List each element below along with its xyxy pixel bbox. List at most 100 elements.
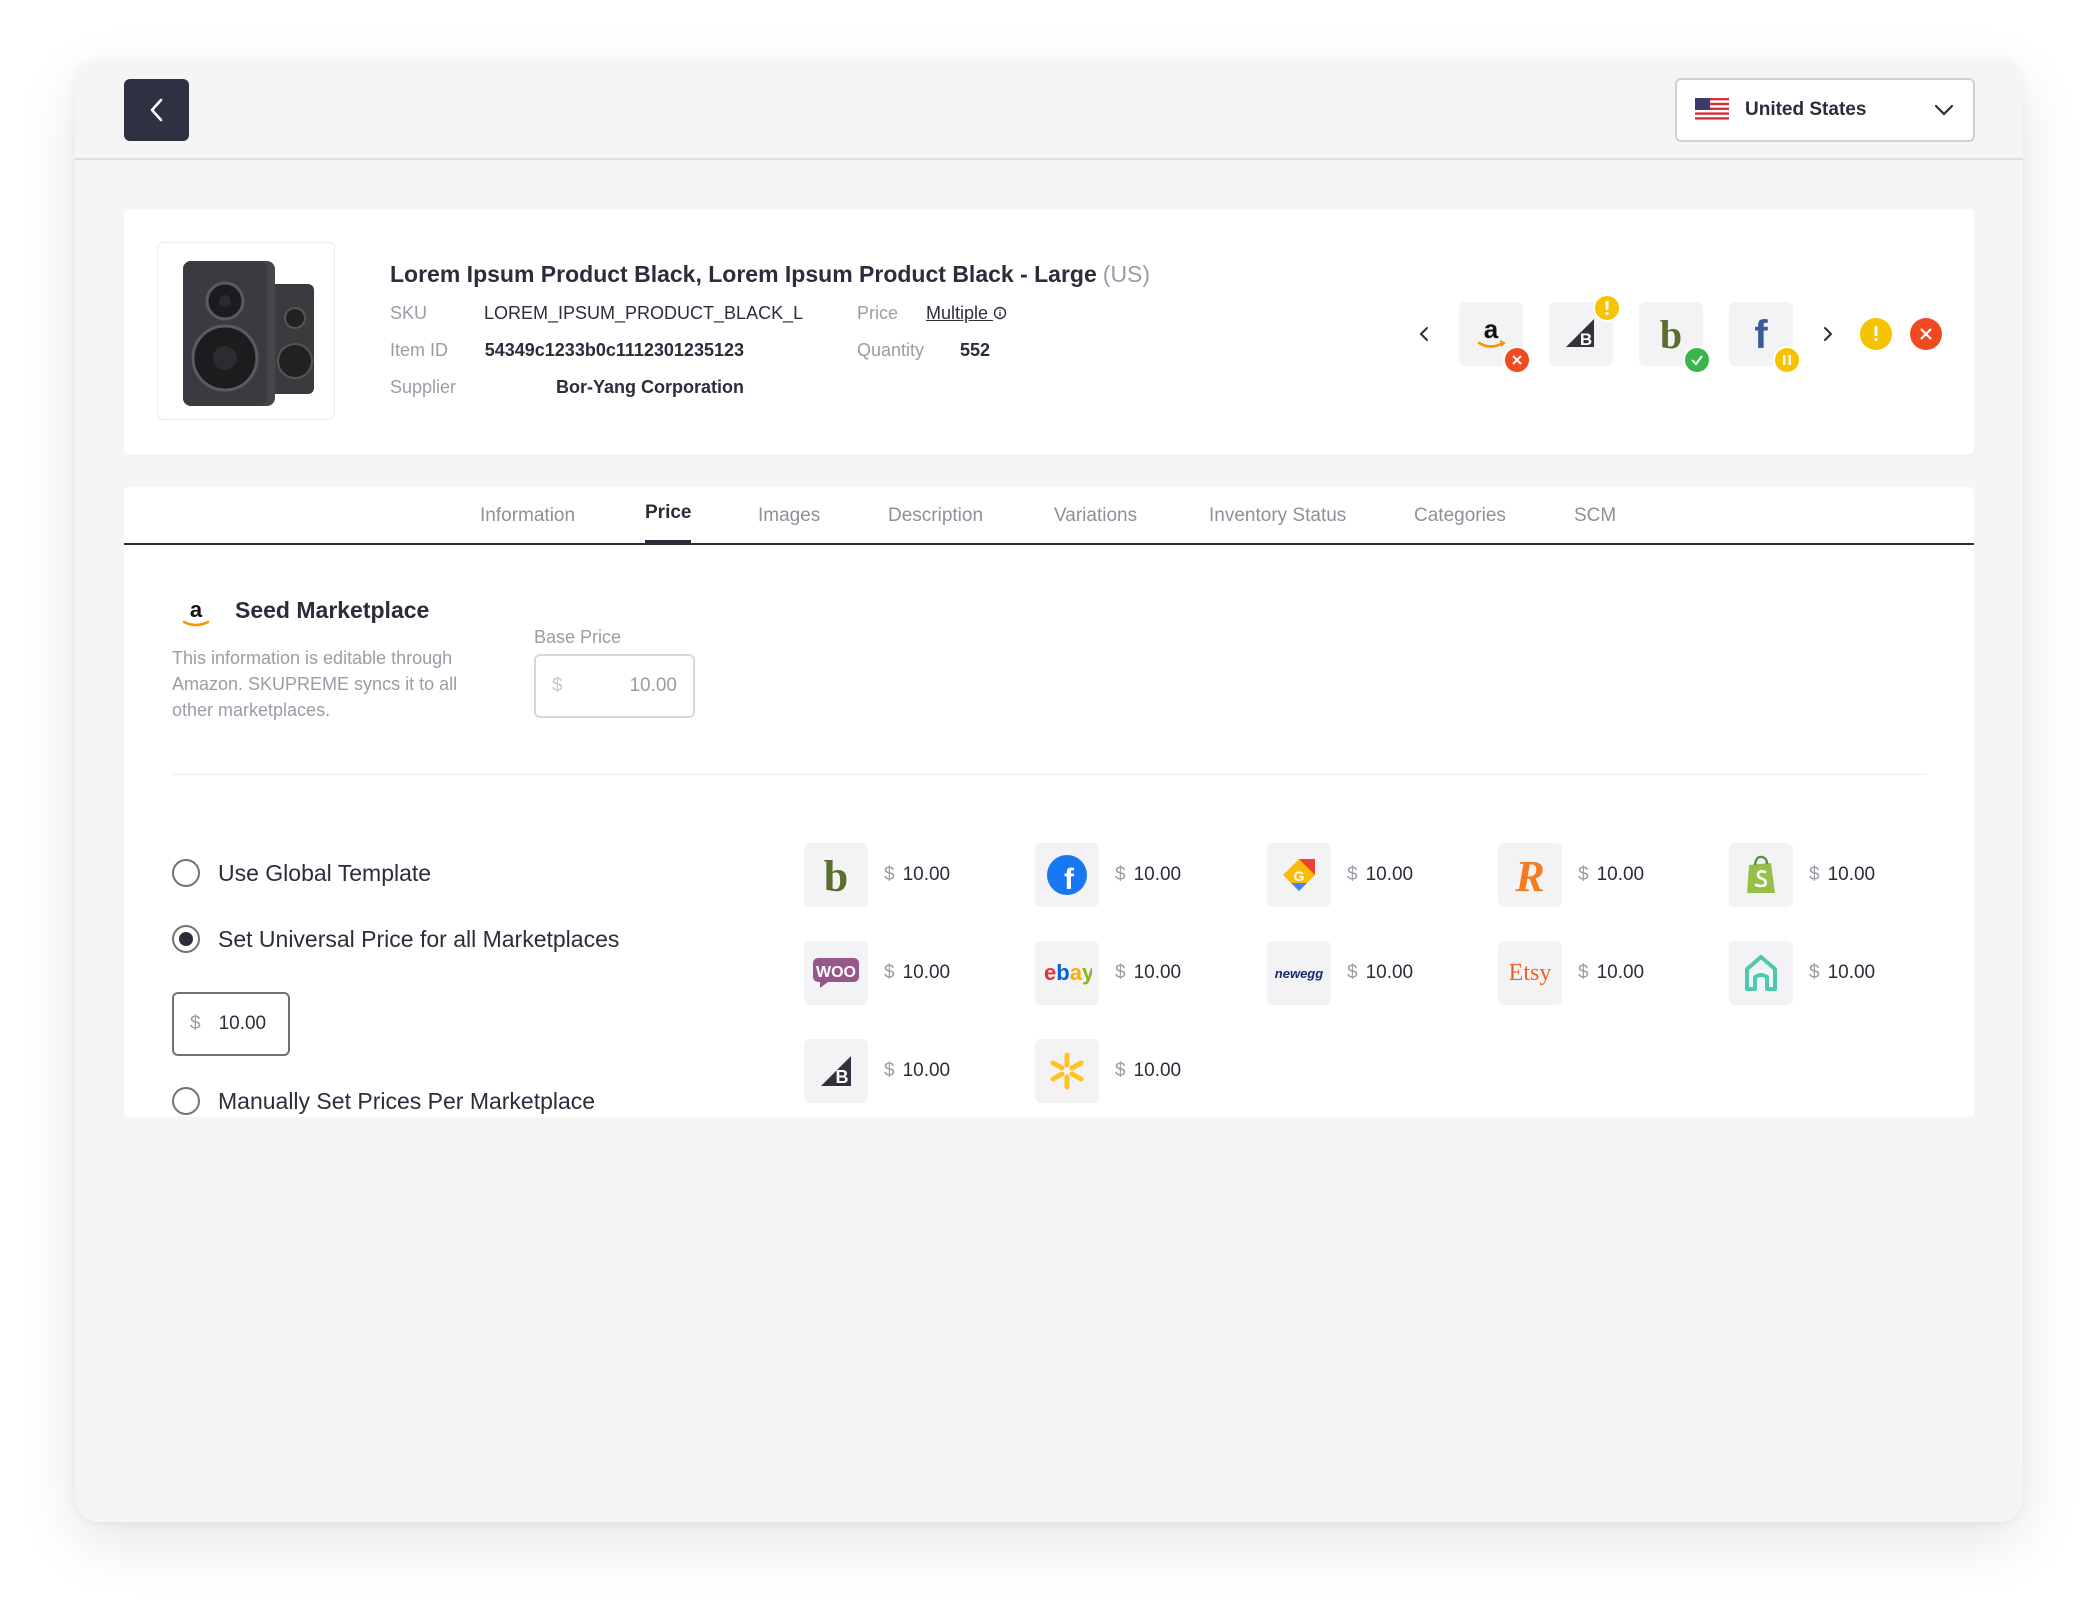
price-card: Information Price Images Description Var…: [124, 487, 1974, 1117]
option-label: Use Global Template: [218, 859, 432, 886]
back-button[interactable]: [124, 79, 189, 141]
radio-universal-price[interactable]: [172, 925, 200, 953]
newegg-tile: newegg: [1267, 941, 1331, 1005]
tab-variations[interactable]: Variations: [1054, 505, 1137, 527]
radio-selected-dot: [179, 932, 193, 946]
google-tile: G: [1267, 843, 1331, 907]
woocommerce-icon: WOO: [813, 958, 859, 988]
quantity-label: Quantity: [857, 340, 925, 360]
bonanza-tile: b: [804, 843, 868, 907]
marketplace-price-bigcommerce: B $10.00: [804, 1039, 950, 1103]
supplier-label: Supplier: [390, 377, 457, 397]
shopify-tile: [1729, 843, 1793, 907]
radio-global-template[interactable]: [172, 859, 200, 887]
option-universal-price[interactable]: Set Universal Price for all Marketplaces: [172, 925, 619, 953]
app-window: United States Lorem Ipsum Product Black,…: [75, 60, 2023, 1522]
error-summary-icon[interactable]: [1910, 318, 1942, 350]
item-id-value: 54349c1233b0c1112301235123: [484, 340, 744, 360]
warning-summary-icon[interactable]: [1860, 318, 1892, 350]
base-price-input: $ 10.00: [534, 654, 695, 718]
status-bonanza[interactable]: b: [1639, 302, 1711, 374]
marketplace-price: $10.00: [1578, 962, 1645, 983]
tab-description[interactable]: Description: [888, 505, 983, 527]
universal-price-value: 10.00: [218, 1013, 267, 1034]
google-shopping-icon: G: [1283, 859, 1315, 891]
houzz-tile: [1729, 941, 1793, 1005]
price-multiple-link[interactable]: Multiple: [926, 303, 1007, 324]
tab-information[interactable]: Information: [480, 505, 575, 527]
tab-price[interactable]: Price: [645, 502, 691, 524]
svg-text:WOO: WOO: [816, 964, 856, 981]
amazon-icon: a: [1477, 314, 1506, 348]
marketplace-price: $10.00: [1115, 962, 1182, 983]
etsy-icon: Etsy: [1509, 960, 1552, 986]
marketplace-price-bonanza: b $10.00: [804, 843, 950, 907]
check-icon: [1691, 355, 1703, 366]
tab-scm[interactable]: SCM: [1574, 505, 1616, 527]
marketplace-price: $10.00: [1809, 864, 1876, 885]
status-amazon[interactable]: a: [1459, 302, 1531, 374]
svg-text:a: a: [190, 597, 203, 622]
radio-manual-prices[interactable]: [172, 1087, 200, 1115]
status-facebook[interactable]: f: [1729, 302, 1801, 374]
walmart-icon: [1050, 1052, 1084, 1090]
marketplace-price: $10.00: [1347, 864, 1414, 885]
marketplace-price: $10.00: [884, 962, 951, 983]
svg-text:b: b: [824, 853, 848, 897]
marketplace-price: $10.00: [1115, 1060, 1182, 1081]
svg-text:G: G: [1294, 868, 1305, 884]
exclamation-icon: [1605, 301, 1609, 315]
price-multiple-text: Multiple: [926, 303, 989, 323]
chevron-left-icon[interactable]: [1416, 324, 1432, 344]
walmart-tile: [1035, 1039, 1099, 1103]
bigcommerce-icon: B: [821, 1056, 851, 1087]
sku-label: SKU: [390, 303, 428, 323]
universal-price-input[interactable]: $ 10.00: [172, 992, 290, 1056]
marketplace-price-shopify: $10.00: [1729, 843, 1875, 907]
reverb-icon: R: [1514, 853, 1544, 897]
product-title: Lorem Ipsum Product Black, Lorem Ipsum P…: [390, 261, 1150, 288]
facebook-icon: f: [1754, 314, 1768, 354]
option-label: Manually Set Prices Per Marketplace: [218, 1087, 596, 1114]
bigcommerce-icon: B: [1566, 319, 1594, 349]
chevron-left-icon: [150, 98, 162, 122]
option-manual-prices[interactable]: Manually Set Prices Per Marketplace: [172, 1087, 595, 1115]
tab-categories[interactable]: Categories: [1414, 505, 1506, 527]
product-region: (US): [1102, 261, 1151, 287]
svg-text:b: b: [1660, 314, 1682, 354]
option-global-template[interactable]: Use Global Template: [172, 859, 431, 887]
paused-badge: [1773, 346, 1801, 374]
close-icon: [1512, 355, 1522, 365]
svg-text:B: B: [836, 1067, 849, 1087]
close-icon: [1920, 328, 1932, 340]
bonanza-icon: b: [824, 853, 848, 897]
tab-inventory-status[interactable]: Inventory Status: [1209, 505, 1346, 527]
svg-text:B: B: [1580, 330, 1592, 349]
country-select[interactable]: United States: [1675, 78, 1975, 142]
ebay-tile: ebay: [1035, 941, 1099, 1005]
base-price-label: Base Price: [534, 627, 622, 647]
bigcommerce-tile: B: [804, 1039, 868, 1103]
option-label: Set Universal Price for all Marketplaces: [218, 925, 620, 952]
sku-value: LOREM_IPSUM_PRODUCT_BLACK_L: [484, 303, 804, 323]
shopify-icon: [1747, 855, 1775, 893]
product-name: Lorem Ipsum Product Black, Lorem Ipsum P…: [390, 261, 1097, 287]
status-bigcommerce[interactable]: B: [1549, 294, 1621, 366]
item-id-label: Item ID: [390, 340, 449, 360]
active-tab-indicator: [645, 540, 691, 544]
product-card: Lorem Ipsum Product Black, Lorem Ipsum P…: [124, 209, 1974, 454]
us-flag-icon: [1695, 98, 1729, 122]
marketplace-price: $10.00: [1578, 864, 1645, 885]
marketplace-status-strip: a B b f: [1416, 294, 1942, 374]
marketplace-price: $10.00: [884, 864, 951, 885]
woocommerce-tile: WOO: [804, 941, 868, 1005]
marketplace-price-woocommerce: WOO $10.00: [804, 941, 950, 1005]
marketplace-price: $10.00: [1809, 962, 1876, 983]
seed-marketplace-description: This information is editable through Ama…: [172, 648, 458, 720]
marketplace-price: $10.00: [1347, 962, 1414, 983]
svg-text:f: f: [1064, 863, 1075, 896]
exclamation-icon: [1874, 326, 1878, 341]
chevron-right-icon[interactable]: [1820, 324, 1836, 344]
marketplace-price-houzz: $10.00: [1729, 941, 1875, 1005]
tab-images[interactable]: Images: [758, 505, 820, 527]
